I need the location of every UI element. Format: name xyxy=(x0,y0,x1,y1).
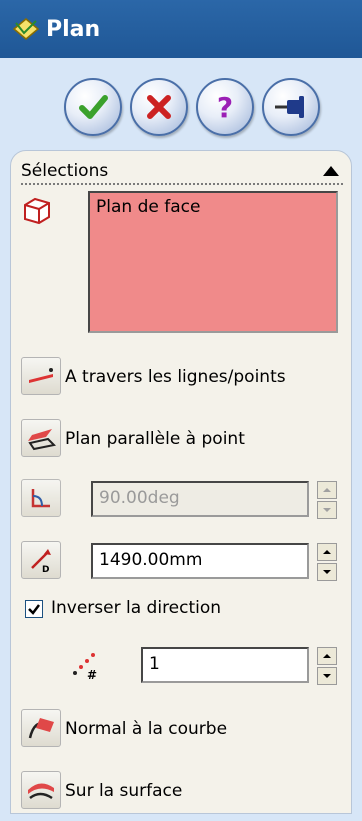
normal-to-curve-icon xyxy=(28,718,54,739)
flip-direction-checkbox[interactable] xyxy=(25,600,43,618)
selections-title: Sélections xyxy=(21,161,109,181)
instances-field[interactable]: 1 xyxy=(141,647,309,683)
pushpin-icon xyxy=(275,96,304,118)
svg-text:?: ? xyxy=(217,91,233,124)
distance-spin-up[interactable] xyxy=(317,543,337,561)
instances-value: 1 xyxy=(149,654,160,674)
normal-to-curve-label: Normal à la courbe xyxy=(65,719,228,739)
instances-spin-up[interactable] xyxy=(317,647,337,665)
check-mark-icon xyxy=(28,604,40,615)
instances-icon: # xyxy=(73,653,97,682)
reference-value: Plan de face xyxy=(96,197,201,217)
plane-property-manager: Plan ? Sélections Plan de face A travers… xyxy=(0,0,362,821)
on-surface-label: Sur la surface xyxy=(65,781,183,801)
angle-icon xyxy=(31,489,50,508)
reference-selection-box[interactable]: Plan de face xyxy=(88,191,338,333)
check-icon xyxy=(79,95,108,119)
on-surface-icon xyxy=(28,783,54,800)
instances-spinner[interactable] xyxy=(317,647,337,685)
angle-field[interactable]: 90.00deg xyxy=(91,481,309,517)
distance-spin-down[interactable] xyxy=(317,563,337,581)
angle-spinner[interactable] xyxy=(317,481,337,519)
selections-group: Sélections Plan de face A travers les li… xyxy=(10,150,352,814)
collapse-arrow-icon[interactable] xyxy=(323,166,339,176)
through-lines-button[interactable] xyxy=(21,357,61,395)
selections-header[interactable]: Sélections xyxy=(21,157,343,185)
parallel-plane-label: Plan parallèle à point xyxy=(65,429,245,449)
svg-text:D: D xyxy=(42,565,49,574)
on-surface-button[interactable] xyxy=(21,771,61,809)
instances-spin-down[interactable] xyxy=(317,667,337,685)
pin-button[interactable] xyxy=(262,78,320,136)
help-button[interactable]: ? xyxy=(196,78,254,136)
question-icon: ? xyxy=(217,91,233,124)
angle-value: 90.00deg xyxy=(99,488,180,508)
action-bar: ? xyxy=(0,78,362,138)
angle-spin-down[interactable] xyxy=(317,501,337,519)
parallel-plane-button[interactable] xyxy=(21,419,61,457)
distance-value: 1490.00mm xyxy=(99,550,203,570)
angle-spin-up[interactable] xyxy=(317,481,337,499)
distance-field[interactable]: 1490.00mm xyxy=(91,543,309,579)
flip-direction-label: Inverser la direction xyxy=(51,598,222,618)
through-lines-label: A travers les lignes/points xyxy=(65,367,286,387)
window-title: Plan xyxy=(46,16,101,42)
plane-icon xyxy=(12,18,40,40)
distance-spinner[interactable] xyxy=(317,543,337,581)
ok-button[interactable] xyxy=(64,78,122,136)
normal-to-curve-button[interactable] xyxy=(21,709,61,747)
reference-plane-icon xyxy=(24,197,50,225)
title-bar: Plan xyxy=(0,0,362,58)
distance-icon: D xyxy=(31,549,51,574)
angle-button[interactable] xyxy=(21,479,61,517)
close-icon xyxy=(147,95,171,119)
svg-text:#: # xyxy=(87,668,97,682)
distance-button[interactable]: D xyxy=(21,541,61,579)
parallel-plane-icon xyxy=(28,429,56,451)
cancel-button[interactable] xyxy=(130,78,188,136)
through-lines-icon xyxy=(29,368,53,383)
